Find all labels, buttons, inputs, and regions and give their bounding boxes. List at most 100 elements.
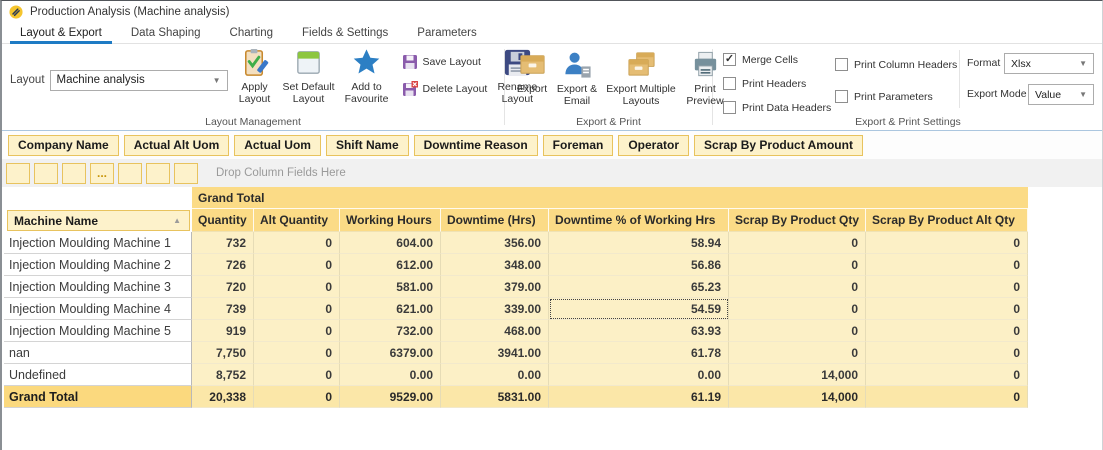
pivot-cell[interactable]: 7,750: [192, 342, 254, 364]
column-header-working-hours[interactable]: Working Hours: [340, 209, 441, 232]
tab-parameters[interactable]: Parameters: [407, 25, 486, 43]
row-header[interactable]: Injection Moulding Machine 5: [4, 320, 192, 342]
add-to-favourite-button[interactable]: Add to Favourite: [340, 44, 394, 106]
tab-charting[interactable]: Charting: [220, 25, 283, 43]
pivot-cell[interactable]: 0.00: [441, 364, 549, 386]
row-header[interactable]: nan: [4, 342, 192, 364]
tab-fields-settings[interactable]: Fields & Settings: [292, 25, 398, 43]
pivot-cell[interactable]: 0: [866, 320, 1028, 342]
pivot-cell[interactable]: 6379.00: [340, 342, 441, 364]
pivot-cell[interactable]: 63.93: [549, 320, 729, 342]
pivot-cell[interactable]: 379.00: [441, 276, 549, 298]
field-actual-uom[interactable]: Actual Uom: [234, 134, 321, 156]
field-operator[interactable]: Operator: [618, 134, 690, 156]
row-header[interactable]: Injection Moulding Machine 2: [4, 254, 192, 276]
pivot-cell[interactable]: 0: [729, 232, 866, 254]
export-mode-combobox[interactable]: Value ▼: [1028, 84, 1094, 105]
pivot-cell[interactable]: 0: [254, 276, 340, 298]
field-company-name[interactable]: Company Name: [8, 134, 119, 156]
pivot-cell[interactable]: 0: [254, 342, 340, 364]
grand-total-row-header[interactable]: Grand Total: [4, 386, 192, 408]
row-header[interactable]: Undefined: [4, 364, 192, 386]
pivot-cell-grand-total[interactable]: 0: [254, 386, 340, 408]
save-layout-button[interactable]: Save Layout: [402, 54, 488, 70]
set-default-layout-button[interactable]: Set Default Layout: [278, 44, 340, 106]
filter-box[interactable]: [118, 162, 142, 184]
pivot-cell[interactable]: 0.00: [340, 364, 441, 386]
tab-data-shaping[interactable]: Data Shaping: [121, 25, 211, 43]
pivot-cell[interactable]: 0: [729, 254, 866, 276]
pivot-cell[interactable]: 0: [729, 320, 866, 342]
pivot-cell[interactable]: 0: [866, 276, 1028, 298]
filter-box[interactable]: [146, 162, 170, 184]
pivot-cell[interactable]: 0: [254, 320, 340, 342]
pivot-cell-grand-total[interactable]: 61.19: [549, 386, 729, 408]
pivot-cell-focused[interactable]: 54.59: [549, 298, 729, 320]
pivot-cell[interactable]: 581.00: [340, 276, 441, 298]
row-header[interactable]: Injection Moulding Machine 4: [4, 298, 192, 320]
pivot-cell[interactable]: 65.23: [549, 276, 729, 298]
pivot-cell[interactable]: 0: [254, 254, 340, 276]
pivot-cell[interactable]: 0: [866, 342, 1028, 364]
print-data-headers-checkbox[interactable]: Print Data Headers: [723, 101, 831, 114]
pivot-cell[interactable]: 468.00: [441, 320, 549, 342]
pivot-cell[interactable]: 14,000: [729, 364, 866, 386]
pivot-cell[interactable]: 732.00: [340, 320, 441, 342]
pivot-cell-grand-total[interactable]: 9529.00: [340, 386, 441, 408]
field-machine-name[interactable]: Machine Name ▲: [7, 210, 190, 231]
pivot-cell[interactable]: 0: [866, 254, 1028, 276]
pivot-cell-grand-total[interactable]: 0: [866, 386, 1028, 408]
row-header[interactable]: Injection Moulding Machine 3: [4, 276, 192, 298]
pivot-cell-grand-total[interactable]: 14,000: [729, 386, 866, 408]
pivot-cell[interactable]: 0: [729, 342, 866, 364]
delete-layout-button[interactable]: Delete Layout: [402, 81, 487, 97]
filter-box[interactable]: [6, 162, 30, 184]
pivot-cell[interactable]: 0: [254, 364, 340, 386]
pivot-cell[interactable]: 356.00: [441, 232, 549, 254]
pivot-cell[interactable]: 732: [192, 232, 254, 254]
grand-total-banner[interactable]: Grand Total: [192, 187, 1028, 209]
filter-box[interactable]: [62, 162, 86, 184]
pivot-cell[interactable]: 621.00: [340, 298, 441, 320]
filter-box[interactable]: [34, 162, 58, 184]
pivot-cell[interactable]: 919: [192, 320, 254, 342]
apply-layout-button[interactable]: Apply Layout: [232, 44, 278, 106]
pivot-cell[interactable]: 0: [866, 298, 1028, 320]
column-header-downtime-hrs[interactable]: Downtime (Hrs): [441, 209, 549, 232]
filter-box[interactable]: [174, 162, 198, 184]
pivot-cell[interactable]: 3941.00: [441, 342, 549, 364]
print-headers-checkbox[interactable]: Print Headers: [723, 77, 806, 90]
print-parameters-checkbox[interactable]: Print Parameters: [835, 90, 933, 103]
field-downtime-reason[interactable]: Downtime Reason: [413, 134, 538, 156]
pivot-cell[interactable]: 61.78: [549, 342, 729, 364]
format-combobox[interactable]: Xlsx ▼: [1004, 53, 1094, 74]
tab-layout-export[interactable]: Layout & Export: [10, 25, 112, 44]
row-header[interactable]: Injection Moulding Machine 1: [4, 232, 192, 254]
pivot-cell-grand-total[interactable]: 5831.00: [441, 386, 549, 408]
field-actual-alt-uom[interactable]: Actual Alt Uom: [123, 134, 230, 156]
pivot-cell[interactable]: 58.94: [549, 232, 729, 254]
field-foreman[interactable]: Foreman: [542, 134, 614, 156]
pivot-cell[interactable]: 0.00: [549, 364, 729, 386]
pivot-cell[interactable]: 0: [866, 364, 1028, 386]
filter-box-ellipsis[interactable]: ...: [90, 162, 114, 184]
column-header-scrap-alt-qty[interactable]: Scrap By Product Alt Qty: [866, 209, 1028, 232]
pivot-cell[interactable]: 0: [254, 298, 340, 320]
print-column-headers-checkbox[interactable]: Print Column Headers: [835, 58, 957, 71]
pivot-cell[interactable]: 8,752: [192, 364, 254, 386]
pivot-cell[interactable]: 0: [729, 276, 866, 298]
pivot-cell[interactable]: 56.86: [549, 254, 729, 276]
pivot-cell[interactable]: 739: [192, 298, 254, 320]
field-scrap-by-product-amount[interactable]: Scrap By Product Amount: [694, 134, 863, 156]
field-shift-name[interactable]: Shift Name: [325, 134, 409, 156]
pivot-cell-grand-total[interactable]: 20,338: [192, 386, 254, 408]
pivot-cell[interactable]: 0: [729, 298, 866, 320]
layout-combobox[interactable]: Machine analysis ▼: [49, 69, 228, 91]
pivot-cell[interactable]: 726: [192, 254, 254, 276]
merge-cells-checkbox[interactable]: ✓ Merge Cells: [723, 53, 798, 66]
pivot-cell[interactable]: 0: [254, 232, 340, 254]
pivot-cell[interactable]: 0: [866, 232, 1028, 254]
column-header-alt-quantity[interactable]: Alt Quantity: [254, 209, 340, 232]
pivot-cell[interactable]: 604.00: [340, 232, 441, 254]
column-header-downtime-pct[interactable]: Downtime % of Working Hrs: [549, 209, 729, 232]
